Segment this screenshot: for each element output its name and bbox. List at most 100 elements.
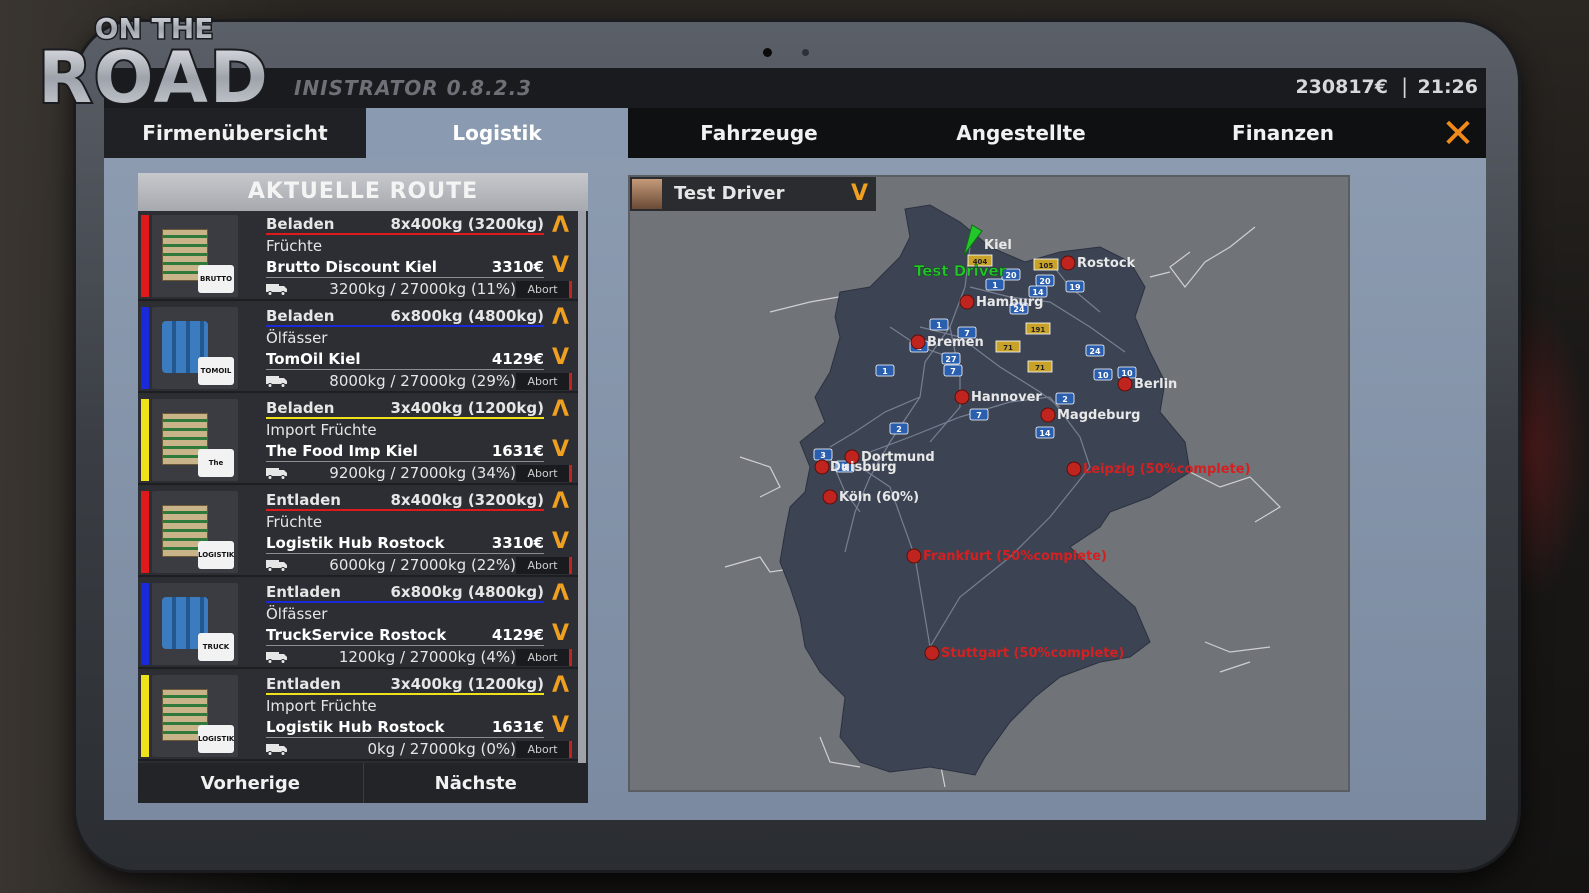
truck-load: 9200kg / 27000kg (34%): [329, 464, 516, 482]
route-scrollbar[interactable]: [578, 211, 586, 763]
svg-text:Duisburg: Duisburg: [830, 460, 897, 475]
route-price: 4129€: [491, 350, 544, 368]
route-title: AKTUELLE ROUTE: [138, 173, 588, 211]
prev-button[interactable]: Vorherige: [138, 763, 364, 803]
tab-fahrzeuge[interactable]: Fahrzeuge: [628, 108, 890, 158]
cargo-color-bar: [141, 583, 149, 665]
tab-firmenuebersicht[interactable]: Firmenübersicht: [104, 108, 366, 158]
route-item[interactable]: TRUCK SERVICE Entladen 6x800kg (4800kg) Ölf…: [138, 579, 578, 669]
move-down-icon[interactable]: V: [552, 715, 569, 737]
route-quantity: 6x800kg (4800kg): [390, 583, 544, 601]
route-panel: AKTUELLE ROUTE BRUTTO Beladen 8x400kg (320…: [138, 173, 588, 803]
app-title: INISTRATOR 0.8.2.3: [294, 76, 533, 100]
svg-text:105: 105: [1039, 262, 1054, 270]
route-item[interactable]: The Food Imp Beladen 3x400kg (1200kg) Impor…: [138, 395, 578, 485]
truck-load: 6000kg / 27000kg (22%): [329, 556, 516, 574]
move-down-icon[interactable]: V: [552, 531, 569, 553]
route-navigation: Vorherige Nächste: [138, 763, 588, 803]
next-button[interactable]: Nächste: [364, 763, 589, 803]
tab-logistik[interactable]: Logistik: [366, 108, 628, 158]
svg-text:71: 71: [1003, 344, 1013, 352]
svg-text:20: 20: [1005, 271, 1017, 280]
svg-text:27: 27: [945, 355, 956, 364]
route-company: TomOil Kiel: [266, 350, 361, 368]
color-underline: [266, 693, 544, 695]
route-price: 1631€: [491, 442, 544, 460]
svg-text:2: 2: [896, 425, 902, 434]
divider: [266, 461, 544, 462]
move-up-icon[interactable]: Λ: [552, 215, 569, 237]
move-up-icon[interactable]: Λ: [552, 399, 569, 421]
route-item[interactable]: TOMOIL Beladen 6x800kg (4800kg) Ölfässer Tom…: [138, 303, 578, 393]
route-company: Logistik Hub Rostock: [266, 718, 445, 736]
svg-text:24: 24: [1089, 347, 1101, 356]
route-action: Beladen: [266, 215, 335, 233]
scroll-thumb[interactable]: [578, 211, 586, 763]
route-company: Logistik Hub Rostock: [266, 534, 445, 552]
route-item[interactable]: LOGISTIK HUB Entladen 3x400kg (1200kg) Impo…: [138, 671, 578, 761]
abort-button[interactable]: Abort: [516, 741, 572, 758]
chevron-down-icon[interactable]: V: [851, 181, 868, 206]
company-logo: The Food Imp: [198, 449, 234, 477]
svg-text:Leipzig (50%complete): Leipzig (50%complete): [1083, 462, 1251, 477]
driver-avatar: [632, 179, 662, 209]
color-underline: [266, 601, 544, 603]
color-underline: [266, 233, 544, 235]
svg-text:Hannover: Hannover: [971, 390, 1042, 405]
color-underline: [266, 325, 544, 327]
status-separator: |: [1401, 74, 1408, 98]
cargo-color-bar: [141, 307, 149, 389]
divider: [266, 553, 544, 554]
move-down-icon[interactable]: V: [552, 623, 569, 645]
svg-text:Test Driver: Test Driver: [914, 262, 1007, 280]
germany-map[interactable]: 1 20 20 14 19 24 1 7 1 27 7 1 24 10 10 2: [630, 177, 1348, 790]
route-item[interactable]: BRUTTO Beladen 8x400kg (3200kg) Früchte Brut…: [138, 211, 578, 301]
route-quantity: 3x400kg (1200kg): [390, 399, 544, 417]
route-quantity: 6x800kg (4800kg): [390, 307, 544, 325]
driver-name: Test Driver: [674, 183, 785, 204]
money-display: 230817€: [1295, 76, 1388, 98]
svg-text:Stuttgart (50%complete): Stuttgart (50%complete): [941, 646, 1124, 661]
cargo-color-bar: [141, 675, 149, 757]
route-price: 3310€: [491, 258, 544, 276]
divider: [266, 737, 544, 738]
svg-text:1: 1: [936, 321, 942, 330]
abort-button[interactable]: Abort: [516, 373, 572, 390]
move-down-icon[interactable]: V: [552, 255, 569, 277]
svg-text:Hamburg: Hamburg: [976, 295, 1043, 310]
route-company: TruckService Rostock: [266, 626, 447, 644]
svg-text:Magdeburg: Magdeburg: [1057, 408, 1140, 423]
tab-angestellte[interactable]: Angestellte: [890, 108, 1152, 158]
move-up-icon[interactable]: Λ: [552, 675, 569, 697]
route-action: Entladen: [266, 583, 341, 601]
move-up-icon[interactable]: Λ: [552, 307, 569, 329]
route-list: BRUTTO Beladen 8x400kg (3200kg) Früchte Brut…: [138, 211, 588, 763]
divider: [266, 645, 544, 646]
abort-button[interactable]: Abort: [516, 465, 572, 482]
svg-text:ROAD: ROAD: [38, 37, 270, 112]
city-frankfurt: Frankfurt (50%complete): [906, 548, 1107, 564]
route-action: Entladen: [266, 675, 341, 693]
camera-lens: [763, 48, 772, 57]
move-up-icon[interactable]: Λ: [552, 583, 569, 605]
cargo-image: TRUCK SERVICE: [152, 583, 238, 665]
move-down-icon[interactable]: V: [552, 439, 569, 461]
truck-load: 3200kg / 27000kg (11%): [329, 280, 516, 298]
svg-text:10: 10: [1097, 371, 1109, 380]
divider: [266, 369, 544, 370]
cargo-image: The Food Imp: [152, 399, 238, 481]
route-item[interactable]: LOGISTIK HUB Entladen 8x400kg (3200kg) Früc…: [138, 487, 578, 577]
abort-button[interactable]: Abort: [516, 281, 572, 298]
svg-text:7: 7: [976, 411, 982, 420]
abort-button[interactable]: Abort: [516, 649, 572, 666]
move-up-icon[interactable]: Λ: [552, 491, 569, 513]
city-bremen: Bremen: [910, 334, 984, 350]
close-icon[interactable]: ✕: [1438, 114, 1478, 154]
driver-selector[interactable]: Test Driver V: [630, 177, 876, 211]
move-down-icon[interactable]: V: [552, 347, 569, 369]
abort-button[interactable]: Abort: [516, 557, 572, 574]
route-price: 4129€: [491, 626, 544, 644]
svg-text:Frankfurt (50%complete): Frankfurt (50%complete): [923, 549, 1107, 564]
svg-text:191: 191: [1031, 326, 1046, 334]
tab-finanzen[interactable]: Finanzen: [1152, 108, 1414, 158]
